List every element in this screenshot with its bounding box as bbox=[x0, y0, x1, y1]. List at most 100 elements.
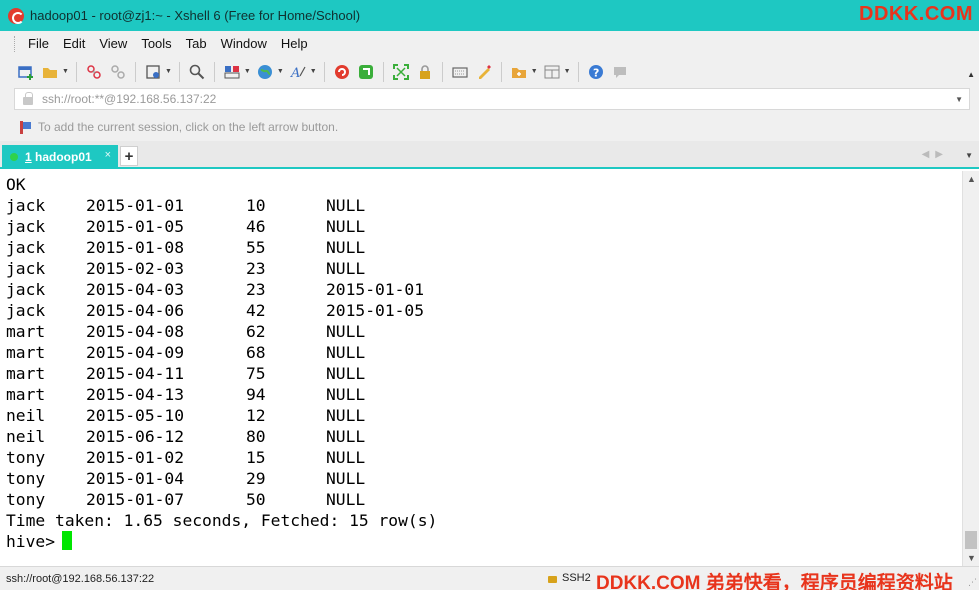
address-dropdown-icon[interactable]: ▼ bbox=[955, 95, 963, 104]
toolbar-separator bbox=[577, 61, 579, 82]
table-row: mart 2015-04-13 94 NULL bbox=[6, 384, 962, 405]
tab-bar: 1 hadoop01 × + ◀▶ ▼ bbox=[0, 141, 979, 169]
menu-file[interactable]: File bbox=[21, 36, 56, 51]
session-hint-bar: To add the current session, click on the… bbox=[0, 113, 979, 141]
row-value: 15 bbox=[246, 448, 266, 467]
bookmark-icon[interactable] bbox=[20, 120, 32, 134]
table-row: tony 2015-01-07 50 NULL bbox=[6, 489, 962, 510]
layout-dropdown-icon[interactable]: ▼ bbox=[244, 68, 251, 75]
table-row: neil 2015-05-10 12 NULL bbox=[6, 405, 962, 426]
menu-help[interactable]: Help bbox=[274, 36, 315, 51]
table-row: mart 2015-04-09 68 NULL bbox=[6, 342, 962, 363]
tile-dropdown-icon[interactable]: ▼ bbox=[564, 68, 571, 75]
lock-screen-icon[interactable] bbox=[414, 61, 436, 83]
row-value: 94 bbox=[246, 385, 266, 404]
toolbar-separator bbox=[75, 61, 77, 82]
row-name: jack bbox=[6, 238, 46, 257]
status-protocol-area: SSH2 bbox=[548, 572, 591, 584]
font-icon[interactable]: A bbox=[287, 61, 309, 83]
xshell-icon[interactable] bbox=[331, 61, 353, 83]
new-tab-button[interactable]: + bbox=[120, 146, 138, 166]
add-folder-icon[interactable] bbox=[508, 61, 530, 83]
properties-icon[interactable] bbox=[142, 61, 164, 83]
keyboard-icon[interactable] bbox=[449, 61, 471, 83]
globe-dropdown-icon[interactable]: ▼ bbox=[277, 68, 284, 75]
row-date: 2015-01-01 bbox=[86, 196, 185, 215]
tile-windows-icon[interactable] bbox=[541, 61, 563, 83]
session-hint-text: To add the current session, click on the… bbox=[38, 120, 339, 134]
terminal-output[interactable]: OK jack 2015-01-01 10 NULL jack 2015-01-05 46 N… bbox=[0, 171, 962, 566]
xftp-icon[interactable] bbox=[355, 61, 377, 83]
scroll-down-icon[interactable]: ▼ bbox=[967, 553, 976, 563]
address-bar[interactable]: ssh://root:**@192.168.56.137:22 ▼ bbox=[14, 88, 970, 110]
address-input[interactable]: ssh://root:**@192.168.56.137:22 bbox=[42, 92, 216, 106]
tab-hadoop01[interactable]: 1 hadoop01 × bbox=[2, 145, 118, 169]
table-row: jack 2015-01-08 55 NULL bbox=[6, 237, 962, 258]
globe-icon[interactable] bbox=[254, 61, 276, 83]
terminal-scrollbar[interactable]: ▲ ▼ bbox=[962, 171, 979, 566]
toolbar-separator bbox=[134, 61, 136, 82]
window-title: hadoop01 - root@zj1:~ - Xshell 6 (Free f… bbox=[30, 8, 361, 23]
lock-icon bbox=[23, 91, 33, 105]
connected-status-icon bbox=[10, 153, 18, 161]
terminal-line: OK bbox=[6, 175, 26, 194]
row-value: 55 bbox=[246, 238, 266, 257]
open-dropdown-icon[interactable]: ▼ bbox=[62, 68, 69, 75]
table-row: neil 2015-06-12 80 NULL bbox=[6, 426, 962, 447]
toolbar-separator bbox=[213, 61, 215, 82]
highlight-pen-icon[interactable] bbox=[473, 61, 495, 83]
tab-scroll-arrows-icon[interactable]: ◀▶ bbox=[922, 149, 949, 160]
layout-icon[interactable] bbox=[221, 61, 243, 83]
row-value: 23 bbox=[246, 259, 266, 278]
row-date: 2015-04-13 bbox=[86, 385, 185, 404]
resize-grip-icon[interactable]: ⋰ bbox=[968, 577, 977, 588]
table-row: jack 2015-04-03 23 2015-01-01 bbox=[6, 279, 962, 300]
row-date: 2015-01-07 bbox=[86, 490, 185, 509]
menu-tools[interactable]: Tools bbox=[134, 36, 178, 51]
toolbar-separator bbox=[500, 61, 502, 82]
row-name: mart bbox=[6, 343, 46, 362]
fullscreen-icon[interactable] bbox=[390, 61, 412, 83]
status-protocol: SSH2 bbox=[562, 572, 591, 584]
scroll-up-icon[interactable]: ▲ bbox=[967, 174, 976, 184]
row-name: mart bbox=[6, 385, 46, 404]
add-folder-dropdown-icon[interactable]: ▼ bbox=[531, 68, 538, 75]
menu-window[interactable]: Window bbox=[214, 36, 274, 51]
tab-close-icon[interactable]: × bbox=[105, 149, 111, 161]
new-session-icon[interactable] bbox=[15, 61, 37, 83]
open-folder-icon[interactable] bbox=[39, 61, 61, 83]
menu-grip bbox=[14, 35, 17, 52]
terminal-prompt-line: hive> bbox=[6, 531, 962, 552]
find-icon[interactable] bbox=[186, 61, 208, 83]
row-value: 50 bbox=[246, 490, 266, 509]
row-date: 2015-04-03 bbox=[86, 280, 185, 299]
row-prev-date: NULL bbox=[326, 217, 366, 236]
properties-dropdown-icon[interactable]: ▼ bbox=[165, 68, 172, 75]
xshell-app-icon[interactable] bbox=[8, 7, 24, 24]
row-name: jack bbox=[6, 196, 46, 215]
row-name: jack bbox=[6, 301, 46, 320]
row-date: 2015-01-04 bbox=[86, 469, 185, 488]
svg-text:?: ? bbox=[593, 66, 599, 79]
disconnect-icon[interactable] bbox=[83, 61, 105, 83]
chat-icon[interactable] bbox=[609, 61, 631, 83]
row-date: 2015-04-06 bbox=[86, 301, 185, 320]
menu-view[interactable]: View bbox=[92, 36, 134, 51]
toolbar-overflow-icon[interactable]: ▲ bbox=[967, 70, 975, 79]
menu-edit[interactable]: Edit bbox=[56, 36, 92, 51]
row-prev-date: NULL bbox=[326, 385, 366, 404]
row-name: mart bbox=[6, 322, 46, 341]
menu-tab[interactable]: Tab bbox=[179, 36, 214, 51]
row-name: jack bbox=[6, 280, 46, 299]
toolbar-separator bbox=[441, 61, 443, 82]
help-icon[interactable]: ? bbox=[585, 61, 607, 83]
table-row: jack 2015-01-01 10 NULL bbox=[6, 195, 962, 216]
row-date: 2015-01-08 bbox=[86, 238, 185, 257]
row-name: neil bbox=[6, 406, 46, 425]
reconnect-icon[interactable] bbox=[107, 61, 129, 83]
watermark-bottom: DDKK.COM 弟弟快看，程序员编程资料站 bbox=[596, 573, 953, 590]
font-dropdown-icon[interactable]: ▼ bbox=[310, 68, 317, 75]
tab-list-dropdown-icon[interactable]: ▼ bbox=[965, 151, 973, 160]
row-prev-date: NULL bbox=[326, 448, 366, 467]
scroll-thumb[interactable] bbox=[965, 531, 977, 549]
